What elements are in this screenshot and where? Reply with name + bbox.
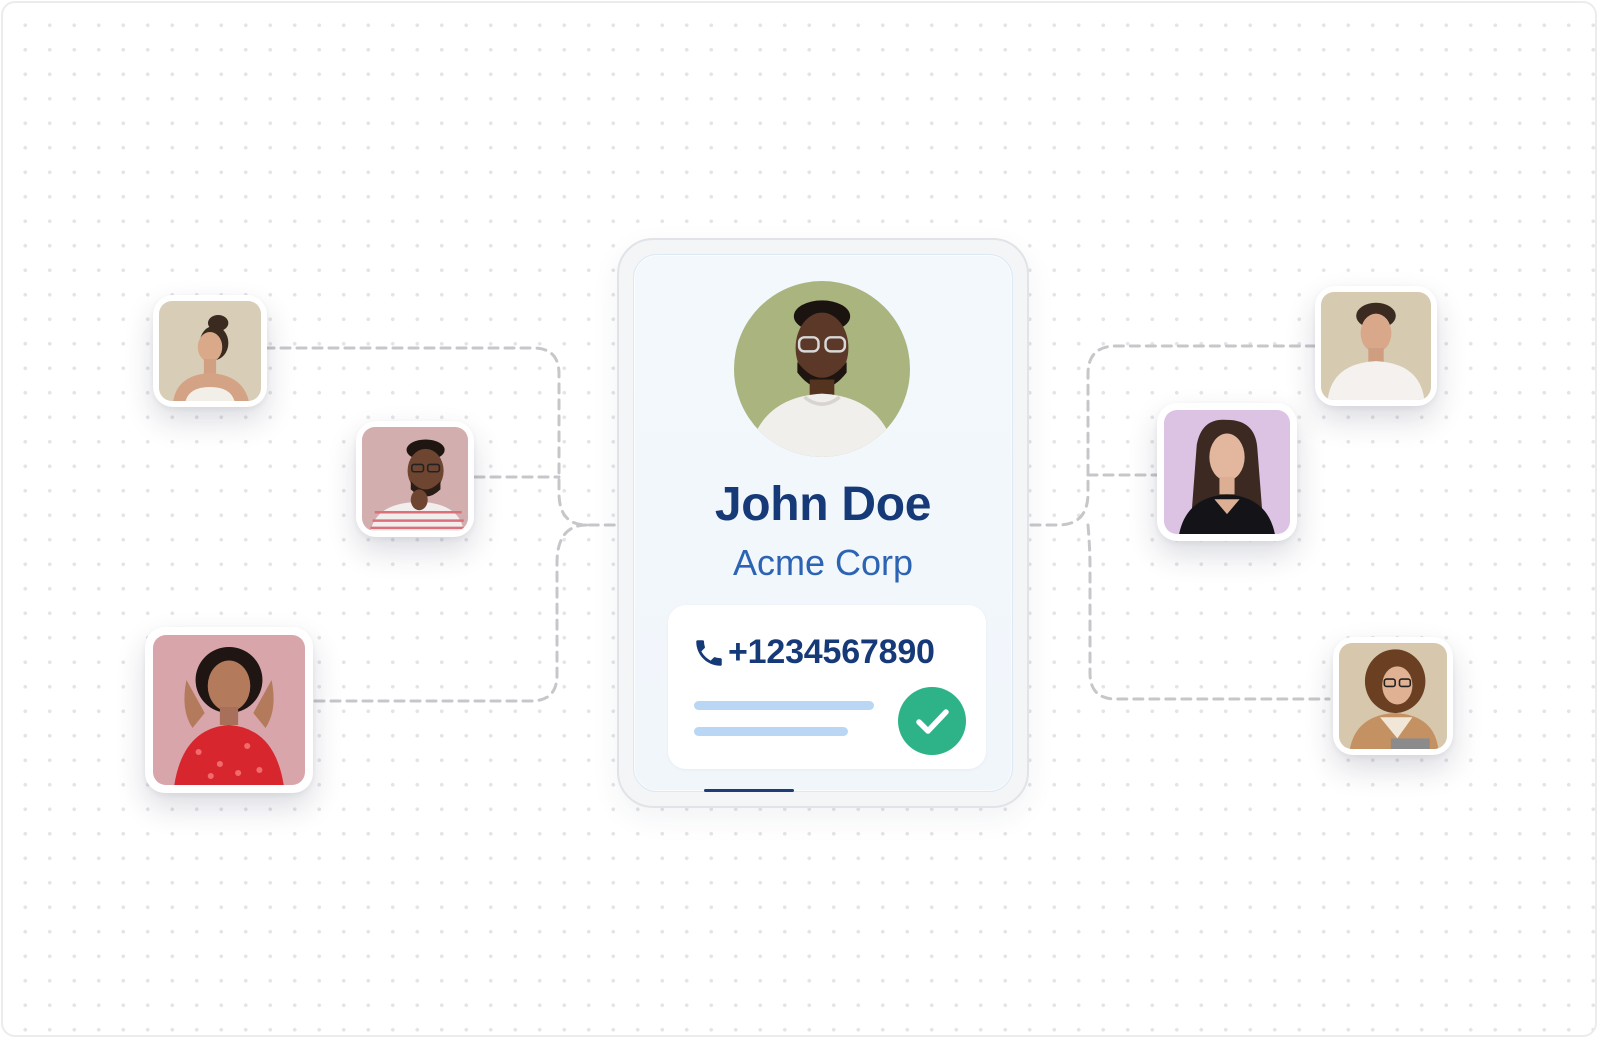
contact-avatar [734, 281, 910, 457]
check-circle-icon [898, 687, 966, 755]
contact-card[interactable]: John Doe Acme Corp +1234567890 [617, 238, 1029, 808]
contact-company: Acme Corp [732, 542, 914, 583]
avatar-woman-dark-hair[interactable] [1157, 403, 1297, 541]
phone-row[interactable]: +1234567890 [692, 633, 935, 672]
profile-photo [1339, 643, 1447, 749]
card-accent-edge [704, 789, 794, 792]
canvas-background: John Doe Acme Corp +1234567890 [1, 1, 1597, 1037]
profile-photo [362, 427, 468, 531]
avatar-woman-red-dress[interactable] [145, 627, 313, 793]
profile-photo [1164, 410, 1290, 534]
profile-photo [153, 635, 305, 785]
placeholder-line [694, 701, 874, 710]
placeholder-line [694, 727, 848, 736]
contact-details-box: +1234567890 [668, 605, 986, 769]
avatar-woman-profile[interactable] [153, 295, 267, 407]
avatar-woman-curly-glasses[interactable] [1333, 637, 1453, 755]
contact-name: John Doe [714, 478, 932, 531]
profile-photo [1321, 292, 1431, 400]
contact-card-inner: John Doe Acme Corp +1234567890 [633, 254, 1013, 792]
profile-photo [159, 301, 261, 401]
phone-icon [692, 636, 726, 670]
avatar-man-white-tee[interactable] [1315, 286, 1437, 406]
phone-number: +1234567890 [728, 633, 935, 671]
avatar-man-glasses-thinking[interactable] [356, 421, 474, 537]
